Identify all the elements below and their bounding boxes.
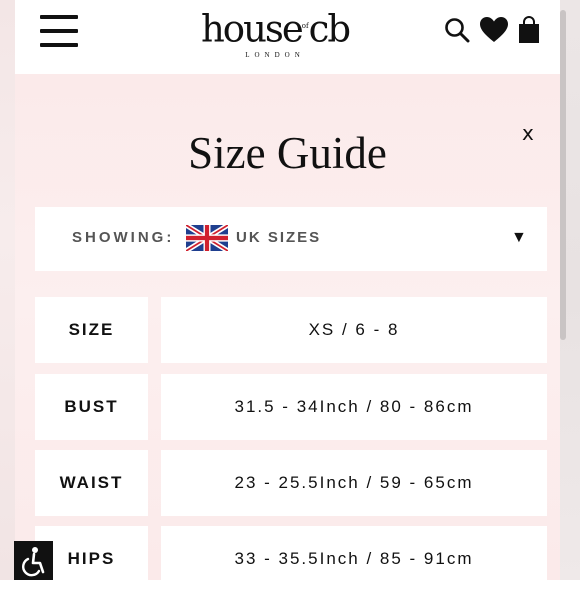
logo-text-cb: cb bbox=[308, 7, 351, 51]
logo[interactable]: houseofcb LONDON bbox=[185, 4, 365, 64]
logo-text-house: house bbox=[200, 7, 304, 51]
size-guide-title: Size Guide bbox=[188, 128, 387, 178]
heart-icon[interactable] bbox=[480, 17, 508, 43]
size-guide-panel: Size Guide x SHOWING: UK SIZES ▼ SIZE XS… bbox=[15, 74, 560, 592]
site-header: houseofcb LONDON bbox=[15, 0, 560, 74]
chevron-down-icon[interactable]: ▼ bbox=[511, 229, 527, 247]
region-selector[interactable]: SHOWING: UK SIZES ▼ bbox=[35, 207, 547, 271]
size-row-bust: BUST 31.5 - 34Inch / 80 - 86cm bbox=[35, 374, 547, 440]
row-label: BUST bbox=[35, 374, 148, 440]
uk-flag-icon bbox=[186, 225, 228, 251]
accessibility-icon bbox=[22, 547, 45, 577]
row-label: WAIST bbox=[35, 450, 148, 516]
size-row-waist: WAIST 23 - 25.5Inch / 59 - 65cm bbox=[35, 450, 547, 516]
size-row-hips: HIPS 33 - 35.5Inch / 85 - 91cm bbox=[35, 526, 547, 592]
row-value: 31.5 - 34Inch / 80 - 86cm bbox=[161, 374, 547, 440]
row-value: 23 - 25.5Inch / 59 - 65cm bbox=[161, 450, 547, 516]
menu-icon[interactable] bbox=[40, 13, 78, 49]
left-edge bbox=[0, 0, 15, 580]
shopping-bag-icon[interactable] bbox=[518, 16, 540, 44]
row-value: 33 - 35.5Inch / 85 - 91cm bbox=[161, 526, 547, 592]
logo-subtitle: LONDON bbox=[245, 51, 305, 60]
logo-text-of: of bbox=[301, 22, 309, 30]
showing-label: SHOWING: bbox=[72, 229, 175, 246]
selected-region: UK SIZES bbox=[236, 229, 322, 246]
close-button[interactable]: x bbox=[522, 121, 534, 145]
header-icons bbox=[444, 14, 540, 46]
size-row-size: SIZE XS / 6 - 8 bbox=[35, 297, 547, 363]
row-value: XS / 6 - 8 bbox=[161, 297, 547, 363]
search-icon[interactable] bbox=[444, 17, 470, 43]
accessibility-button[interactable] bbox=[14, 541, 53, 580]
row-label: SIZE bbox=[35, 297, 148, 363]
scrollbar[interactable] bbox=[560, 10, 566, 340]
